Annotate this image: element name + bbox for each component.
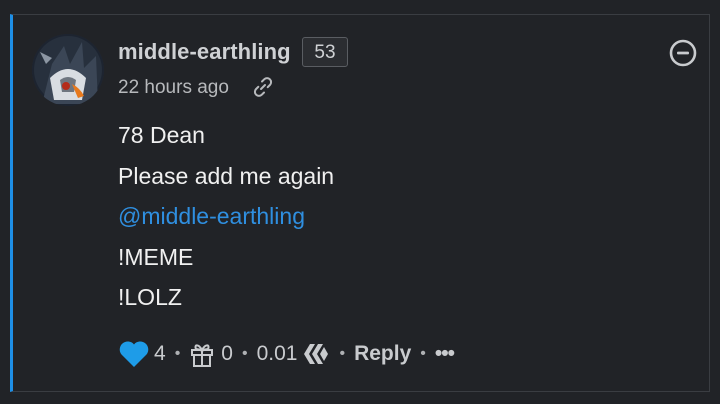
minus-circle-icon[interactable] <box>668 38 698 68</box>
separator: • <box>241 345 248 362</box>
heart-icon <box>119 341 149 367</box>
body-line: !LOLZ <box>118 284 182 310</box>
author-name[interactable]: middle-earthling <box>118 39 291 65</box>
avatar-image <box>32 34 104 106</box>
gift-icon <box>191 344 214 367</box>
link-icon[interactable] <box>251 75 275 99</box>
comment-body: 78 Dean Please add me again @middle-eart… <box>118 121 334 324</box>
more-options-button[interactable]: ••• <box>435 342 455 366</box>
payout-amount: 0.01 <box>256 342 298 365</box>
avatar[interactable] <box>32 34 104 106</box>
body-line: 78 Dean <box>118 122 205 148</box>
body-line: !MEME <box>118 243 194 270</box>
comment-card: middle-earthling 53 22 hours ago 78 Dean… <box>10 14 710 392</box>
timestamp[interactable]: 22 hours ago <box>118 77 229 99</box>
separator: • <box>339 345 346 362</box>
separator: • <box>420 345 426 362</box>
tip-count: 0 <box>221 342 233 365</box>
body-line: Please add me again <box>118 162 335 189</box>
upvote-button[interactable]: 4 <box>118 340 166 368</box>
tip-button[interactable]: 0 <box>189 340 233 368</box>
separator: • <box>174 345 181 362</box>
hive-icon <box>304 344 329 364</box>
reputation-badge: 53 <box>302 37 348 67</box>
mention-link[interactable]: @middle-earthling <box>118 202 334 243</box>
vote-count: 4 <box>154 342 166 365</box>
payout-value[interactable]: 0.01 <box>257 341 331 367</box>
reply-button[interactable]: Reply <box>354 342 411 366</box>
comment-footer: 4 • 0 • 0.01 • Reply • ••• <box>118 338 455 370</box>
